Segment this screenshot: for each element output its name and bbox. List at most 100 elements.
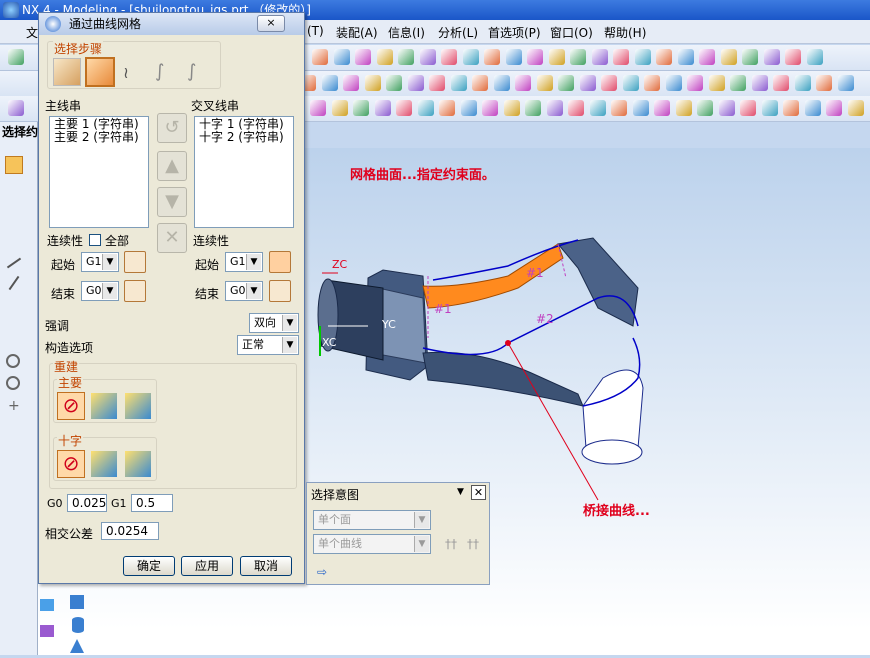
rebuild-cross-auto-icon[interactable] — [125, 451, 151, 477]
toolbar-tool-icon[interactable] — [742, 49, 758, 65]
toolbar-tool-icon[interactable] — [353, 100, 369, 116]
toolbar-tool-icon[interactable] — [579, 75, 596, 91]
primary-end-select[interactable]: G0 ▼ — [81, 281, 119, 301]
move-up-button[interactable]: ▲ — [157, 151, 187, 181]
toolbar-tool-icon[interactable] — [773, 75, 789, 91]
toolbar-tool-icon[interactable] — [376, 49, 393, 65]
toolbar-tool-icon[interactable] — [515, 75, 531, 91]
toolbar-tool-icon[interactable] — [708, 75, 725, 91]
arc-tool-icon[interactable] — [8, 275, 20, 291]
line-tool-icon[interactable] — [6, 257, 22, 269]
toolbar-tool-icon[interactable] — [677, 49, 694, 65]
toolbar-tool-icon[interactable] — [730, 75, 746, 91]
toolbar-tool-icon[interactable] — [751, 75, 768, 91]
toolbar-tool-icon[interactable] — [417, 100, 434, 116]
curve-rule-select[interactable]: 单个曲线 ▼ — [313, 534, 431, 554]
remove-string-button[interactable]: ✕ — [157, 223, 187, 253]
rebuild-primary-none-icon[interactable]: ⊘ — [57, 392, 85, 420]
step-spine-icon[interactable]: ≀ — [123, 63, 129, 82]
toolbar-tool-icon[interactable] — [450, 75, 467, 91]
block-icon[interactable] — [40, 599, 54, 611]
toolbar-tool-icon[interactable] — [761, 100, 778, 116]
g1-input[interactable]: 0.5 — [131, 494, 173, 512]
toolbar-tool-icon[interactable] — [505, 49, 522, 65]
cancel-button[interactable]: 取消 — [240, 556, 292, 576]
chevron-down-icon[interactable]: ▼ — [457, 487, 464, 497]
toolbar-tool-icon[interactable] — [503, 100, 520, 116]
primary-string-2[interactable]: 主要 2 (字符串) — [54, 131, 144, 144]
cone-icon[interactable] — [70, 639, 84, 653]
toolbar-tool-icon[interactable] — [675, 100, 692, 116]
toolbar-tool-icon[interactable] — [632, 100, 649, 116]
cross-string-2[interactable]: 十字 2 (字符串) — [199, 131, 289, 144]
toolbar-tool-icon[interactable] — [462, 49, 479, 65]
menu-preferences[interactable]: 首选项(P) — [488, 24, 541, 41]
cross-strings-list[interactable]: 十字 1 (字符串) 十字 2 (字符串) — [194, 116, 294, 228]
arrow-right-icon[interactable]: ⇨ — [317, 565, 327, 579]
toolbar-tool-icon[interactable] — [310, 100, 326, 116]
toolbar-tool-icon[interactable] — [654, 100, 670, 116]
toolbar-tool-icon[interactable] — [493, 75, 510, 91]
toolbar-tool-icon[interactable] — [687, 75, 703, 91]
rebuild-cross-none-icon[interactable]: ⊘ — [57, 450, 85, 478]
toolbar-tool-icon[interactable] — [740, 100, 756, 116]
edit-string-button[interactable]: ↺ — [157, 113, 187, 143]
box-icon[interactable] — [40, 625, 54, 637]
ok-button[interactable]: 确定 — [123, 556, 175, 576]
toolbar-tool-icon[interactable] — [804, 100, 821, 116]
toolbar-tool-icon[interactable] — [785, 49, 801, 65]
toolbar-tool-icon[interactable] — [644, 75, 660, 91]
toolbar-tool-icon[interactable] — [484, 49, 500, 65]
toolbar-tool-icon[interactable] — [570, 49, 586, 65]
toolbar-tool-icon[interactable] — [837, 75, 854, 91]
cross-start-face-button[interactable] — [269, 251, 291, 273]
circle-tool-icon[interactable] — [6, 354, 20, 368]
toolbar-tool-icon[interactable] — [847, 100, 864, 116]
face-rule-select[interactable]: 单个面 ▼ — [313, 510, 431, 530]
tolerance-input[interactable]: 0.0254 — [101, 522, 159, 540]
dialog-close-button[interactable]: × — [257, 15, 285, 32]
toolbar-tool-icon[interactable] — [622, 75, 639, 91]
toolbar-tool-icon[interactable] — [720, 49, 737, 65]
menu-file[interactable]: 文 — [26, 24, 38, 41]
toolbar-tool-icon[interactable] — [548, 49, 565, 65]
toolbar-tool-icon[interactable] — [398, 49, 414, 65]
toolbar-tool-icon[interactable] — [613, 49, 629, 65]
toolbar-tool-icon[interactable] — [396, 100, 412, 116]
toolbar-tool-icon[interactable] — [656, 49, 672, 65]
toolbar-tool-icon[interactable] — [472, 75, 488, 91]
cross-end-face-button[interactable] — [269, 280, 291, 302]
toolbar-tool-icon[interactable] — [697, 100, 713, 116]
toolbar-tool-icon[interactable] — [525, 100, 541, 116]
toolbar-tool-icon[interactable] — [355, 49, 371, 65]
g0-input[interactable]: 0.025 — [67, 494, 107, 512]
toolbar-tool-icon[interactable] — [527, 49, 543, 65]
menu-analysis[interactable]: 分析(L) — [438, 24, 478, 41]
apply-button[interactable]: 应用 — [181, 556, 233, 576]
toolbar-tool-icon[interactable] — [568, 100, 584, 116]
step-curve-icon[interactable]: ∫ — [155, 61, 164, 82]
menu-help[interactable]: 帮助(H) — [604, 24, 646, 41]
toolbar-tool-icon[interactable] — [460, 100, 477, 116]
toolbar-tool-icon[interactable] — [364, 75, 381, 91]
toolbar-tool-icon[interactable] — [343, 75, 359, 91]
toolbar-tool-icon[interactable] — [826, 100, 842, 116]
toolbar-tool-icon[interactable] — [589, 100, 606, 116]
toolbar-tool-icon[interactable] — [536, 75, 553, 91]
menu-window[interactable]: 窗口(O) — [550, 24, 593, 41]
toolbar-tool-icon[interactable] — [441, 49, 457, 65]
menu-info[interactable]: 信息(I) — [388, 24, 425, 41]
primary-start-select[interactable]: G1 ▼ — [81, 252, 119, 272]
step-cross-icon[interactable] — [85, 57, 115, 87]
cylinder-icon[interactable] — [72, 617, 84, 633]
toolbar-tool-icon[interactable] — [321, 75, 338, 91]
intersection-icon[interactable]: †† — [445, 537, 457, 551]
stop-at-intersection-icon[interactable]: †† — [467, 537, 479, 551]
toolbar-tool-icon[interactable] — [546, 100, 563, 116]
toolbar-tool-icon[interactable] — [439, 100, 455, 116]
toolbar-tool-icon[interactable] — [429, 75, 445, 91]
circle-tool-icon-2[interactable] — [6, 376, 20, 390]
plus-tool-icon[interactable]: + — [8, 398, 20, 414]
cross-start-select[interactable]: G1 ▼ — [225, 252, 263, 272]
toolbar-tool-icon[interactable] — [816, 75, 832, 91]
